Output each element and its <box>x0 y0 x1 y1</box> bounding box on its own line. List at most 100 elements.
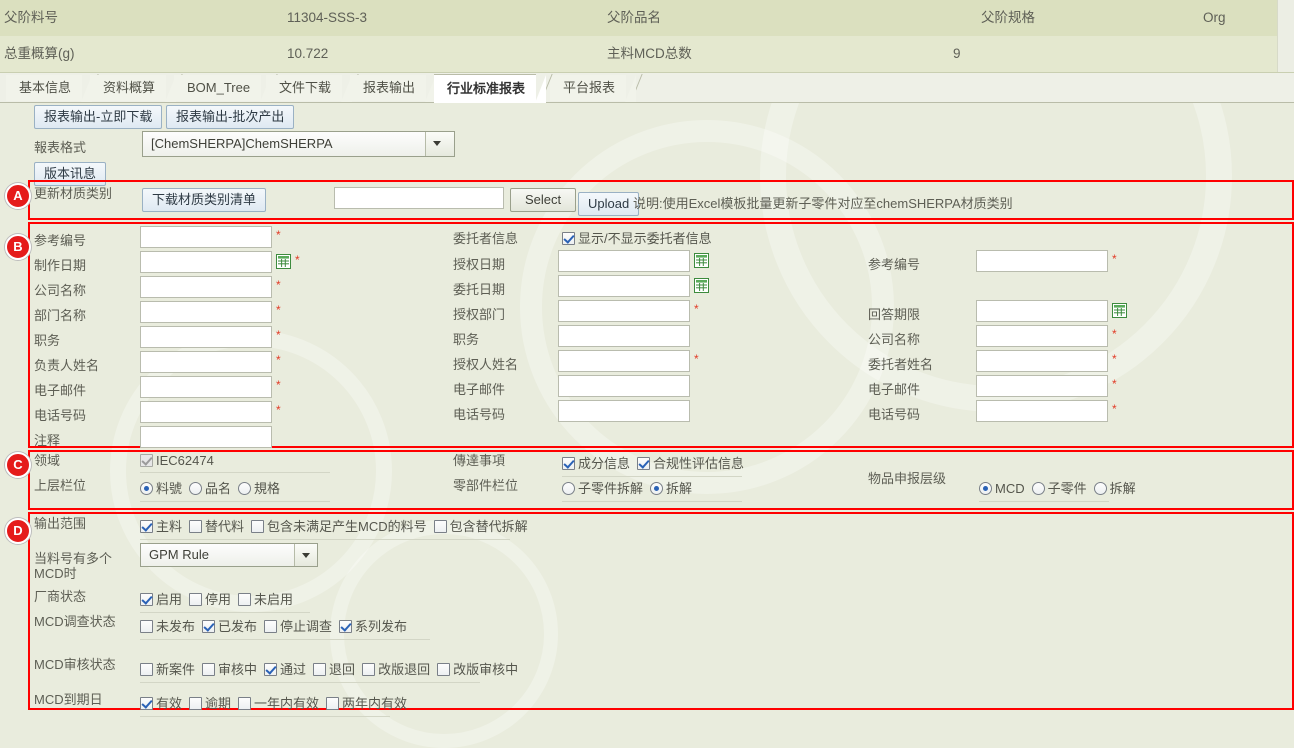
calendar-icon[interactable] <box>694 278 709 293</box>
field-input-回答期限[interactable] <box>976 300 1108 322</box>
option-有效[interactable]: 有效 <box>140 693 182 712</box>
option-逾期[interactable]: 逾期 <box>189 693 231 712</box>
checkbox-box[interactable] <box>238 593 252 606</box>
field-input-负责人姓名[interactable] <box>140 351 272 373</box>
tab-7[interactable]: 平台报表 <box>550 74 643 102</box>
radio-button[interactable] <box>189 482 203 495</box>
field-input-制作日期[interactable] <box>140 251 272 273</box>
field-input-电子邮件[interactable] <box>558 375 690 397</box>
report-format-select[interactable]: [ChemSHERPA]ChemSHERPA <box>142 131 455 157</box>
checkbox-box[interactable] <box>562 457 575 470</box>
radio-button[interactable] <box>1031 482 1045 495</box>
tab-5[interactable]: 报表输出 <box>350 74 443 102</box>
tab-4[interactable]: 文件下载 <box>266 74 359 102</box>
option-IEC62474[interactable]: IEC62474 <box>140 453 214 468</box>
radio-button[interactable] <box>650 482 664 495</box>
field-input-职务[interactable] <box>558 325 690 347</box>
option-未发布[interactable]: 未发布 <box>140 616 195 635</box>
tab-2[interactable]: 资料概算 <box>90 74 183 102</box>
field-input-授权部门[interactable] <box>558 300 690 322</box>
mcd-rule-select[interactable]: GPM Rule <box>140 543 318 567</box>
option-料號[interactable]: 料號 <box>140 478 182 497</box>
tab-6[interactable]: 行业标准报表 <box>434 74 553 103</box>
option-合规性评估信息[interactable]: 合规性评估信息 <box>637 453 744 472</box>
option-改版退回[interactable]: 改版退回 <box>362 659 430 678</box>
header-scrollbar-gutter[interactable] <box>1277 0 1294 72</box>
chevron-down-icon[interactable] <box>425 132 454 156</box>
checkbox-box[interactable] <box>202 663 216 676</box>
option-品名[interactable]: 品名 <box>189 478 231 497</box>
checkbox-box[interactable] <box>140 663 153 676</box>
checkbox-box[interactable] <box>140 520 153 533</box>
option-系列发布[interactable]: 系列发布 <box>339 616 407 635</box>
option-停用[interactable]: 停用 <box>189 589 231 608</box>
field-input-授权人姓名[interactable] <box>558 350 690 372</box>
option-启用[interactable]: 启用 <box>140 589 182 608</box>
checkbox-box[interactable] <box>326 697 340 710</box>
field-input-电子邮件[interactable] <box>140 376 272 398</box>
field-input-职务[interactable] <box>140 326 272 348</box>
checkbox-box[interactable] <box>362 663 376 676</box>
radio-button[interactable] <box>238 482 252 495</box>
field-input-电话号码[interactable] <box>976 400 1108 422</box>
option-停止调查[interactable]: 停止调查 <box>264 616 332 635</box>
option-新案件[interactable]: 新案件 <box>140 659 195 678</box>
option-替代料[interactable]: 替代料 <box>189 516 244 535</box>
option-拆解[interactable]: 拆解 <box>650 478 692 497</box>
radio-button[interactable] <box>140 482 153 495</box>
option-退回[interactable]: 退回 <box>313 659 355 678</box>
option-主料[interactable]: 主料 <box>140 516 182 535</box>
field-input-部门名称[interactable] <box>140 301 272 323</box>
field-input-电子邮件[interactable] <box>976 375 1108 397</box>
checkbox-box[interactable] <box>189 520 203 533</box>
option-子零件拆解[interactable]: 子零件拆解 <box>562 478 643 497</box>
checkbox-box[interactable] <box>637 457 651 470</box>
select-file-button[interactable]: Select <box>510 188 577 212</box>
option-未启用[interactable]: 未启用 <box>238 589 293 608</box>
upload-button[interactable]: Upload <box>578 192 640 216</box>
option-規格[interactable]: 規格 <box>238 478 280 497</box>
option-MCD[interactable]: MCD <box>979 481 1025 496</box>
material-category-file-input[interactable] <box>334 187 504 209</box>
option-一年内有效[interactable]: 一年内有效 <box>238 693 319 712</box>
option-改版审核中[interactable]: 改版审核中 <box>437 659 518 678</box>
checkbox-box[interactable] <box>189 593 203 606</box>
download-material-category-list-button[interactable]: 下载材质类别清单 <box>142 188 267 212</box>
field-input-公司名称[interactable] <box>140 276 272 298</box>
checkbox-box[interactable] <box>264 620 278 633</box>
export-now-button[interactable]: 报表输出-立即下载 <box>34 105 163 129</box>
option-两年内有效[interactable]: 两年内有效 <box>326 693 407 712</box>
option-子零件[interactable]: 子零件 <box>1031 478 1087 497</box>
field-input-授权日期[interactable] <box>558 250 690 272</box>
radio-button[interactable] <box>979 482 992 495</box>
field-input-电话号码[interactable] <box>140 401 272 423</box>
show-entruster-info-checkbox[interactable]: 显示/不显示委托者信息 <box>562 228 712 247</box>
checkbox-box[interactable] <box>238 697 252 710</box>
field-input-参考编号[interactable] <box>140 226 272 248</box>
calendar-icon[interactable] <box>1112 303 1127 318</box>
checkbox-box[interactable] <box>189 697 203 710</box>
checkbox-box[interactable] <box>313 663 327 676</box>
checkbox-box[interactable] <box>562 232 575 245</box>
option-拆解[interactable]: 拆解 <box>1093 478 1136 497</box>
checkbox-box[interactable] <box>140 697 153 710</box>
chevron-down-icon[interactable] <box>294 544 317 566</box>
option-已发布[interactable]: 已发布 <box>202 616 257 635</box>
field-input-电话号码[interactable] <box>558 400 690 422</box>
option-包含未满足产生MCD的料号[interactable]: 包含未满足产生MCD的料号 <box>251 516 427 535</box>
field-input-参考编号[interactable] <box>976 250 1108 272</box>
checkbox-box[interactable] <box>264 663 278 676</box>
option-包含替代拆解[interactable]: 包含替代拆解 <box>433 516 528 535</box>
export-batch-button[interactable]: 报表输出-批次产出 <box>166 105 295 129</box>
field-input-委托日期[interactable] <box>558 275 690 297</box>
radio-button[interactable] <box>562 482 575 495</box>
checkbox-box[interactable] <box>202 620 216 633</box>
checkbox-box[interactable] <box>437 663 451 676</box>
option-通过[interactable]: 通过 <box>264 659 306 678</box>
tab-3[interactable]: BOM_Tree <box>174 74 278 102</box>
checkbox-box[interactable] <box>140 620 153 633</box>
option-成分信息[interactable]: 成分信息 <box>562 453 630 472</box>
option-审核中[interactable]: 审核中 <box>202 659 257 678</box>
checkbox-box[interactable] <box>339 620 353 633</box>
checkbox-box[interactable] <box>140 593 153 606</box>
